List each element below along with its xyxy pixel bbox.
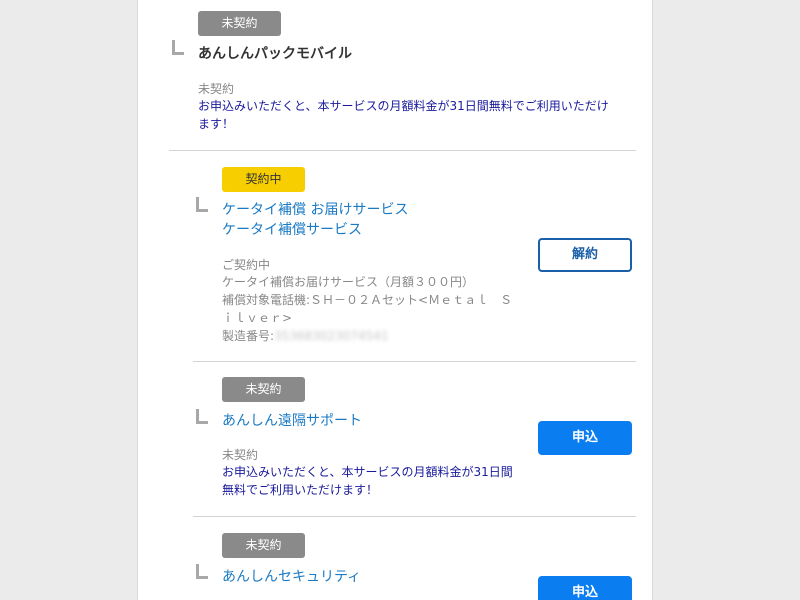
service-description: お申込みいただくと、本サービスの月額料金が31日間 [222,465,513,479]
service-title-remote-support[interactable]: あんしん遠隔サポート [222,410,362,430]
status-badge: 未契約 [222,533,305,558]
service-title-anshin-security[interactable]: あんしんセキュリティ [222,566,361,586]
service-description: お申込みいただくと、本サービスの月額料金が31日間無料でご利用いただけます！ [198,99,609,131]
service-status: 未契約 [198,82,235,96]
device-detail: 補償対象電話機:ＳＨ－０２Ａセット<Ｍｅｔａｌ Ｓ [222,293,513,307]
cancel-contract-button[interactable]: 解約 [538,238,632,272]
service-title-keitai-hosho-otodoke[interactable]: ケータイ補償 お届けサービス [222,199,408,219]
serial-number: 製造番号:353683023074541 [222,327,389,345]
service-title-anshin-pack-mobile: あんしんパックモバイル [198,46,352,62]
serial-label: 製造番号: [222,329,275,343]
tree-connector-icon [196,564,208,579]
apply-button[interactable]: 申込 [538,576,632,600]
service-description-continued: 無料でご利用いただけます！ [222,483,379,497]
service-status: ご契約中 [222,258,271,272]
service-title-keitai-hosho[interactable]: ケータイ補償サービス [222,219,362,239]
status-badge: 契約中 [222,167,305,192]
serial-value: 353683023074541 [274,329,389,343]
divider [193,516,636,517]
tree-connector-icon [196,409,208,424]
tree-connector-icon [172,40,184,55]
tree-connector-icon [196,197,208,212]
status-badge: 未契約 [222,377,305,402]
apply-button[interactable]: 申込 [538,421,632,455]
service-status: 未契約 [222,448,259,462]
plan-detail: ケータイ補償お届けサービス（月額３００円） [222,275,475,289]
status-badge: 未契約 [198,11,281,36]
device-detail-continued: ｉｌｖｅｒ> [222,311,293,325]
divider [169,150,636,151]
divider [193,361,636,362]
service-list-panel: 未契約 あんしんパックモバイル 未契約 お申込みいただくと、本サービスの月額料金… [137,0,653,600]
